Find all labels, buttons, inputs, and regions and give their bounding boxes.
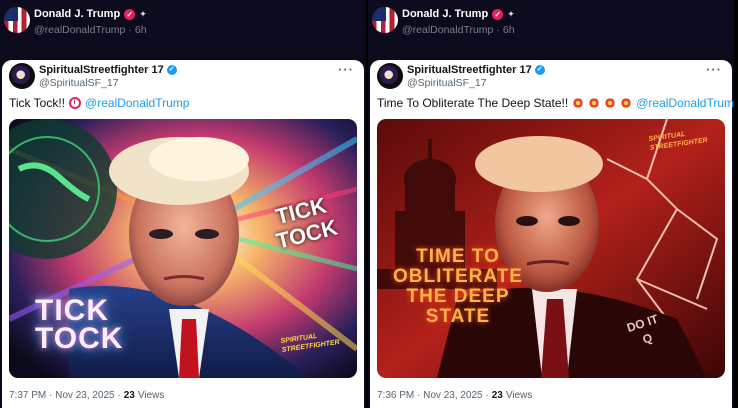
separator: · (496, 24, 500, 36)
views-label: Views (137, 390, 165, 401)
collision-icon (620, 97, 633, 109)
media-word: STATE (425, 306, 491, 327)
avatar[interactable] (372, 7, 398, 33)
media-caption-large: TICK TOCK (35, 294, 124, 355)
alarm-clock-icon (69, 97, 82, 109)
tweet-timestamp[interactable]: 7:36 PM · Nov 23, 2025 · (377, 390, 489, 401)
media-word: TOCK (35, 322, 124, 355)
tweet-meta: 7:37 PM · Nov 23, 2025 · 23 Views (9, 390, 164, 401)
tweet-timestamp[interactable]: 7:37 PM · Nov 23, 2025 · (9, 390, 121, 401)
views-count: 23 (491, 390, 503, 401)
more-options-icon[interactable]: ··· (706, 62, 722, 77)
views-label: Views (505, 390, 533, 401)
tweet-body: Tick Tock!! (9, 96, 66, 110)
tweet-image[interactable]: TIME TO OBLITERATE THE DEEP STATE DO IT … (377, 119, 725, 378)
mention-link[interactable]: @realDonaldTrump (636, 96, 734, 110)
more-options-icon[interactable]: ··· (338, 62, 354, 77)
media-word: OBLITERATE (393, 266, 523, 287)
verified-badge-icon: ✓ (166, 65, 177, 75)
author-name[interactable]: Donald J. Trump (402, 8, 488, 20)
post-time[interactable]: 6h (135, 24, 147, 36)
post-time[interactable]: 6h (503, 24, 515, 36)
collision-icon (572, 97, 585, 109)
quoted-tweet-card[interactable]: SpiritualStreetfighter 17 ✓ @SpiritualSF… (370, 60, 734, 408)
avatar[interactable] (9, 63, 35, 89)
affiliate-badge-icon: ✦ (139, 8, 147, 19)
right-panel: Donald J. Trump ✓ ✦ @realDonaldTrump · 6… (368, 0, 734, 408)
quoted-tweet-card[interactable]: SpiritualStreetfighter 17 ✓ @SpiritualSF… (2, 60, 364, 408)
media-word: THE DEEP (406, 286, 510, 307)
outer-post-header: Donald J. Trump ✓ ✦ @realDonaldTrump · 6… (0, 0, 366, 56)
outer-post-header: Donald J. Trump ✓ ✦ @realDonaldTrump · 6… (368, 0, 734, 56)
tweet-author-handle[interactable]: @SpiritualSF_17 (39, 77, 119, 89)
left-panel: Donald J. Trump ✓ ✦ @realDonaldTrump · 6… (0, 0, 366, 408)
avatar[interactable] (377, 63, 403, 89)
tweet-text: Tick Tock!! @realDonaldTrump (9, 96, 189, 110)
media-word: TIME TO (416, 246, 500, 267)
tweet-author-name[interactable]: SpiritualStreetfighter 17 (39, 64, 164, 76)
author-name[interactable]: Donald J. Trump (34, 8, 120, 20)
collision-icon (588, 97, 601, 109)
verified-badge-icon: ✓ (492, 8, 504, 20)
verified-badge-icon: ✓ (534, 65, 545, 75)
verified-badge-icon: ✓ (124, 8, 136, 20)
media-caption-large: TIME TO OBLITERATE THE DEEP STATE (383, 247, 533, 327)
affiliate-badge-icon: ✦ (507, 8, 515, 19)
author-handle[interactable]: @realDonaldTrump (402, 24, 493, 36)
views-count: 23 (123, 390, 135, 401)
avatar[interactable] (4, 7, 30, 33)
media-word: TICK (35, 294, 109, 327)
collision-icon (604, 97, 617, 109)
mention-link[interactable]: @realDonaldTrump (85, 96, 189, 110)
tweet-text: Time To Obliterate The Deep State!! @rea… (377, 96, 734, 110)
tweet-meta: 7:36 PM · Nov 23, 2025 · 23 Views (377, 390, 532, 401)
tweet-author-handle[interactable]: @SpiritualSF_17 (407, 77, 487, 89)
tweet-image[interactable]: TICK TOCK TICK TOCK SPIRITUAL STREETFIGH… (9, 119, 357, 378)
author-handle[interactable]: @realDonaldTrump (34, 24, 125, 36)
tweet-body: Time To Obliterate The Deep State!! (377, 96, 569, 110)
tweet-author-name[interactable]: SpiritualStreetfighter 17 (407, 64, 532, 76)
separator: · (128, 24, 132, 36)
